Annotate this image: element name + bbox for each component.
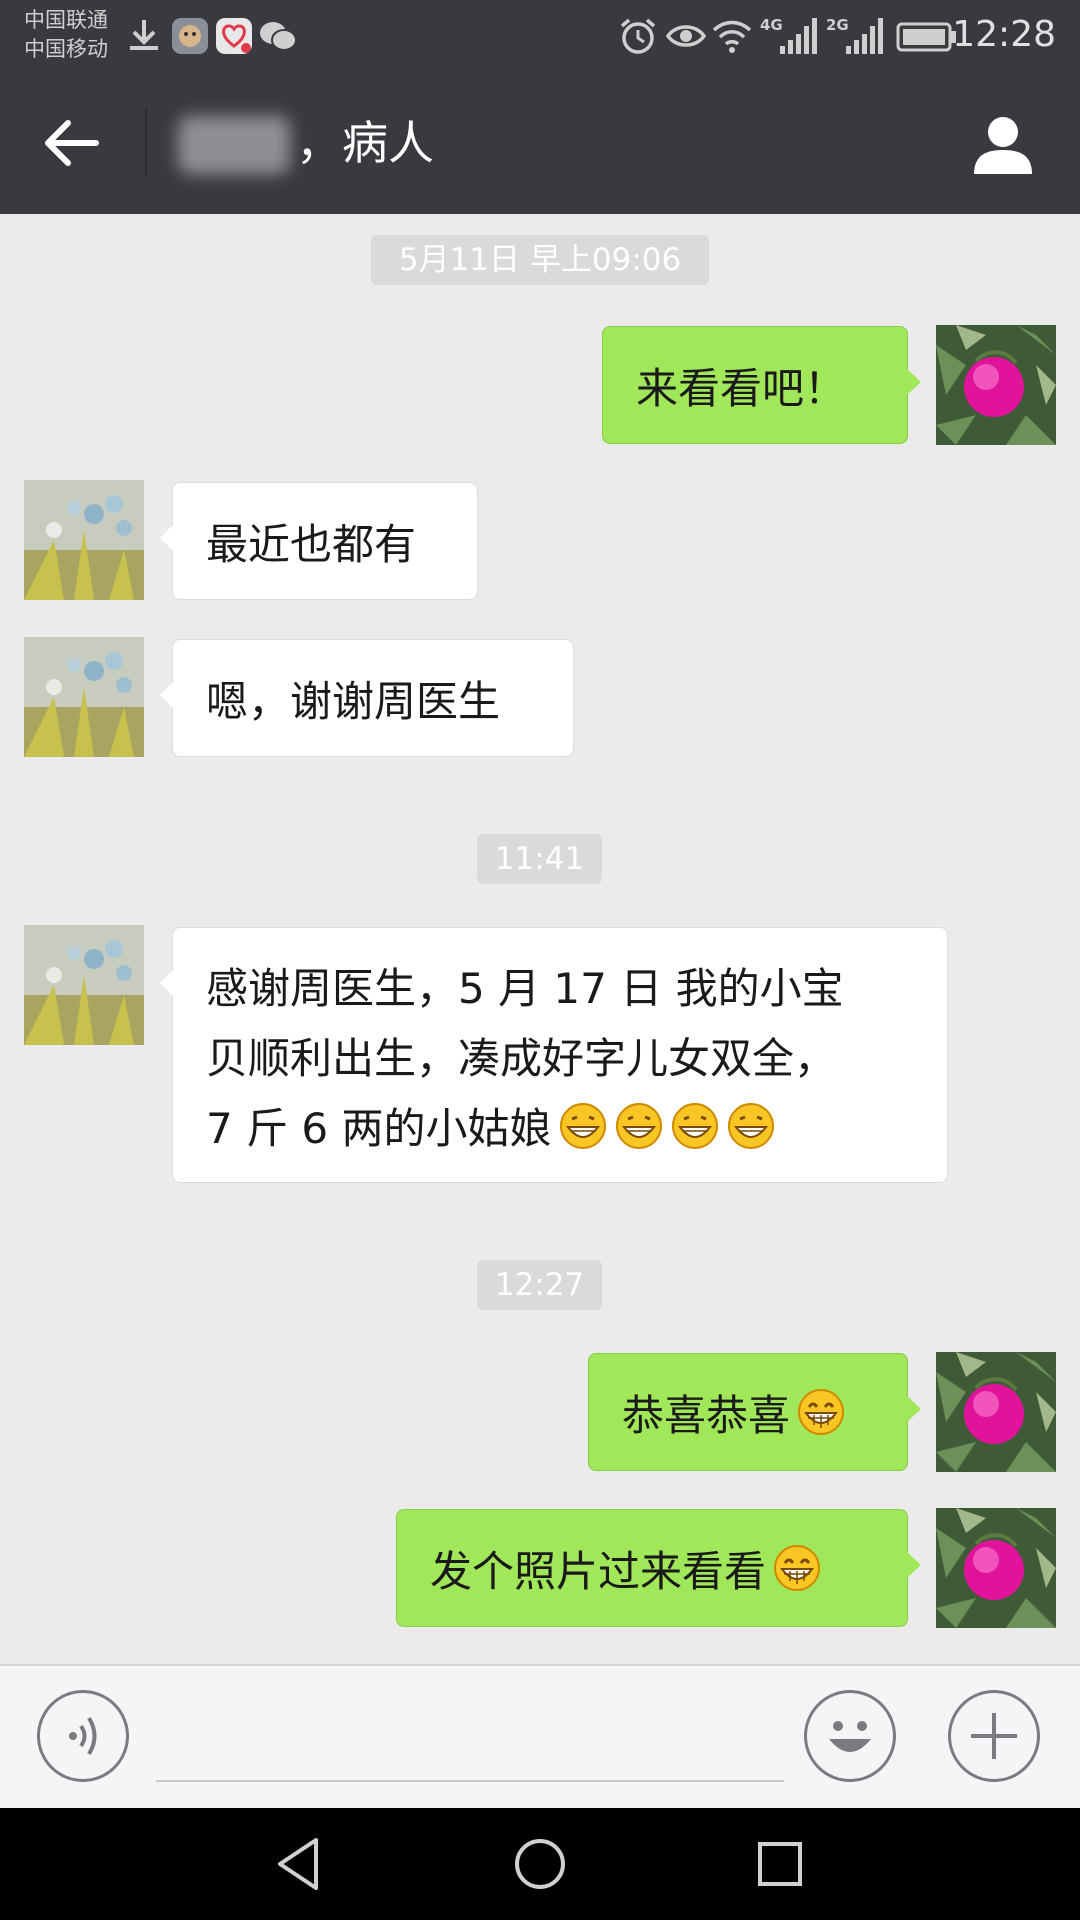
health-app-icon: [216, 18, 252, 54]
grin-emoji-icon: [559, 1103, 606, 1149]
app-notification-icon: [172, 18, 208, 54]
contact-avatar[interactable]: [24, 480, 144, 600]
recents-square-icon[interactable]: [748, 1832, 812, 1896]
person-icon[interactable]: [966, 108, 1040, 182]
grin-emoji-icon: [671, 1103, 718, 1149]
contact-avatar[interactable]: [24, 637, 144, 757]
back-triangle-icon[interactable]: [270, 1832, 334, 1896]
home-circle-icon[interactable]: [508, 1832, 572, 1896]
laugh-emoji-icon: [774, 1545, 821, 1591]
carrier-2: 中国移动: [24, 37, 108, 61]
timestamp: 11:41: [477, 834, 602, 884]
outgoing-message[interactable]: 来看看吧！: [602, 326, 921, 444]
incoming-message[interactable]: 感谢周医生，5 月 17 日 我的小宝 贝顺利出生，凑成好字儿女双全， 7 斤 …: [160, 927, 948, 1183]
message-line-emoji: 7 斤 6 两的小姑娘: [206, 1094, 844, 1164]
my-avatar[interactable]: [936, 1508, 1056, 1628]
header-divider: [145, 108, 147, 178]
signal-icon: [846, 18, 883, 54]
message-line: 贝顺利出生，凑成好字儿女双全，: [206, 1034, 837, 1083]
download-icon: [130, 20, 158, 50]
blurred-name: [178, 116, 290, 174]
incoming-message[interactable]: 最近也都有: [160, 482, 478, 600]
outgoing-message[interactable]: 恭喜恭喜: [588, 1353, 921, 1471]
emoji-icon: [829, 1721, 871, 1752]
plus-icon: [971, 1713, 1017, 1759]
my-avatar[interactable]: [936, 325, 1056, 445]
battery-icon: [896, 22, 956, 52]
carrier-labels: 中国联通 中国移动: [24, 6, 108, 64]
status-bar: 中国联通 中国移动 4G 2G 12:28: [0, 0, 1080, 72]
message-text: 最近也都有: [206, 519, 417, 569]
my-avatar[interactable]: [936, 1352, 1056, 1472]
message-text-block: 感谢周医生，5 月 17 日 我的小宝 贝顺利出生，凑成好字儿女双全， 7 斤 …: [206, 954, 844, 1164]
signal-icon: [780, 18, 817, 54]
message-text: 嗯，谢谢周医生: [206, 676, 501, 726]
eye-icon: [665, 25, 707, 47]
wifi-icon: [712, 20, 752, 53]
message-text: 恭喜恭喜: [622, 1390, 791, 1440]
message-input[interactable]: [156, 1686, 784, 1782]
status-time: 12:28: [952, 14, 1056, 55]
plus-button[interactable]: [948, 1690, 1040, 1782]
message-text: 来看看吧！: [636, 363, 847, 413]
navigation-bar: [0, 1808, 1080, 1920]
incoming-message[interactable]: 嗯，谢谢周医生: [160, 639, 574, 757]
wechat-icon: [260, 22, 297, 51]
message-line: 感谢周医生，5 月 17 日 我的小宝: [206, 964, 844, 1013]
carrier-1: 中国联通: [24, 8, 108, 32]
message-line: 7 斤 6 两的小姑娘: [206, 1104, 552, 1153]
grin-emoji-icon: [727, 1103, 774, 1149]
input-bar: [0, 1664, 1080, 1810]
chat-header: ，病人: [0, 72, 1080, 214]
outgoing-message[interactable]: 发个照片过来看看: [396, 1509, 921, 1627]
voice-button[interactable]: [37, 1690, 129, 1782]
alarm-icon: [620, 18, 656, 54]
chat-title: ，病人: [296, 116, 434, 170]
laugh-emoji-icon: [798, 1389, 845, 1435]
contact-avatar[interactable]: [24, 925, 144, 1045]
timestamp: 12:27: [477, 1260, 602, 1310]
back-arrow-icon[interactable]: [36, 110, 108, 176]
voice-icon: [69, 1716, 97, 1756]
timestamp: 5月11日 早上09:06: [371, 235, 709, 285]
message-text: 发个照片过来看看: [430, 1546, 767, 1596]
emoji-button[interactable]: [804, 1690, 896, 1782]
grin-emoji-icon: [615, 1103, 662, 1149]
